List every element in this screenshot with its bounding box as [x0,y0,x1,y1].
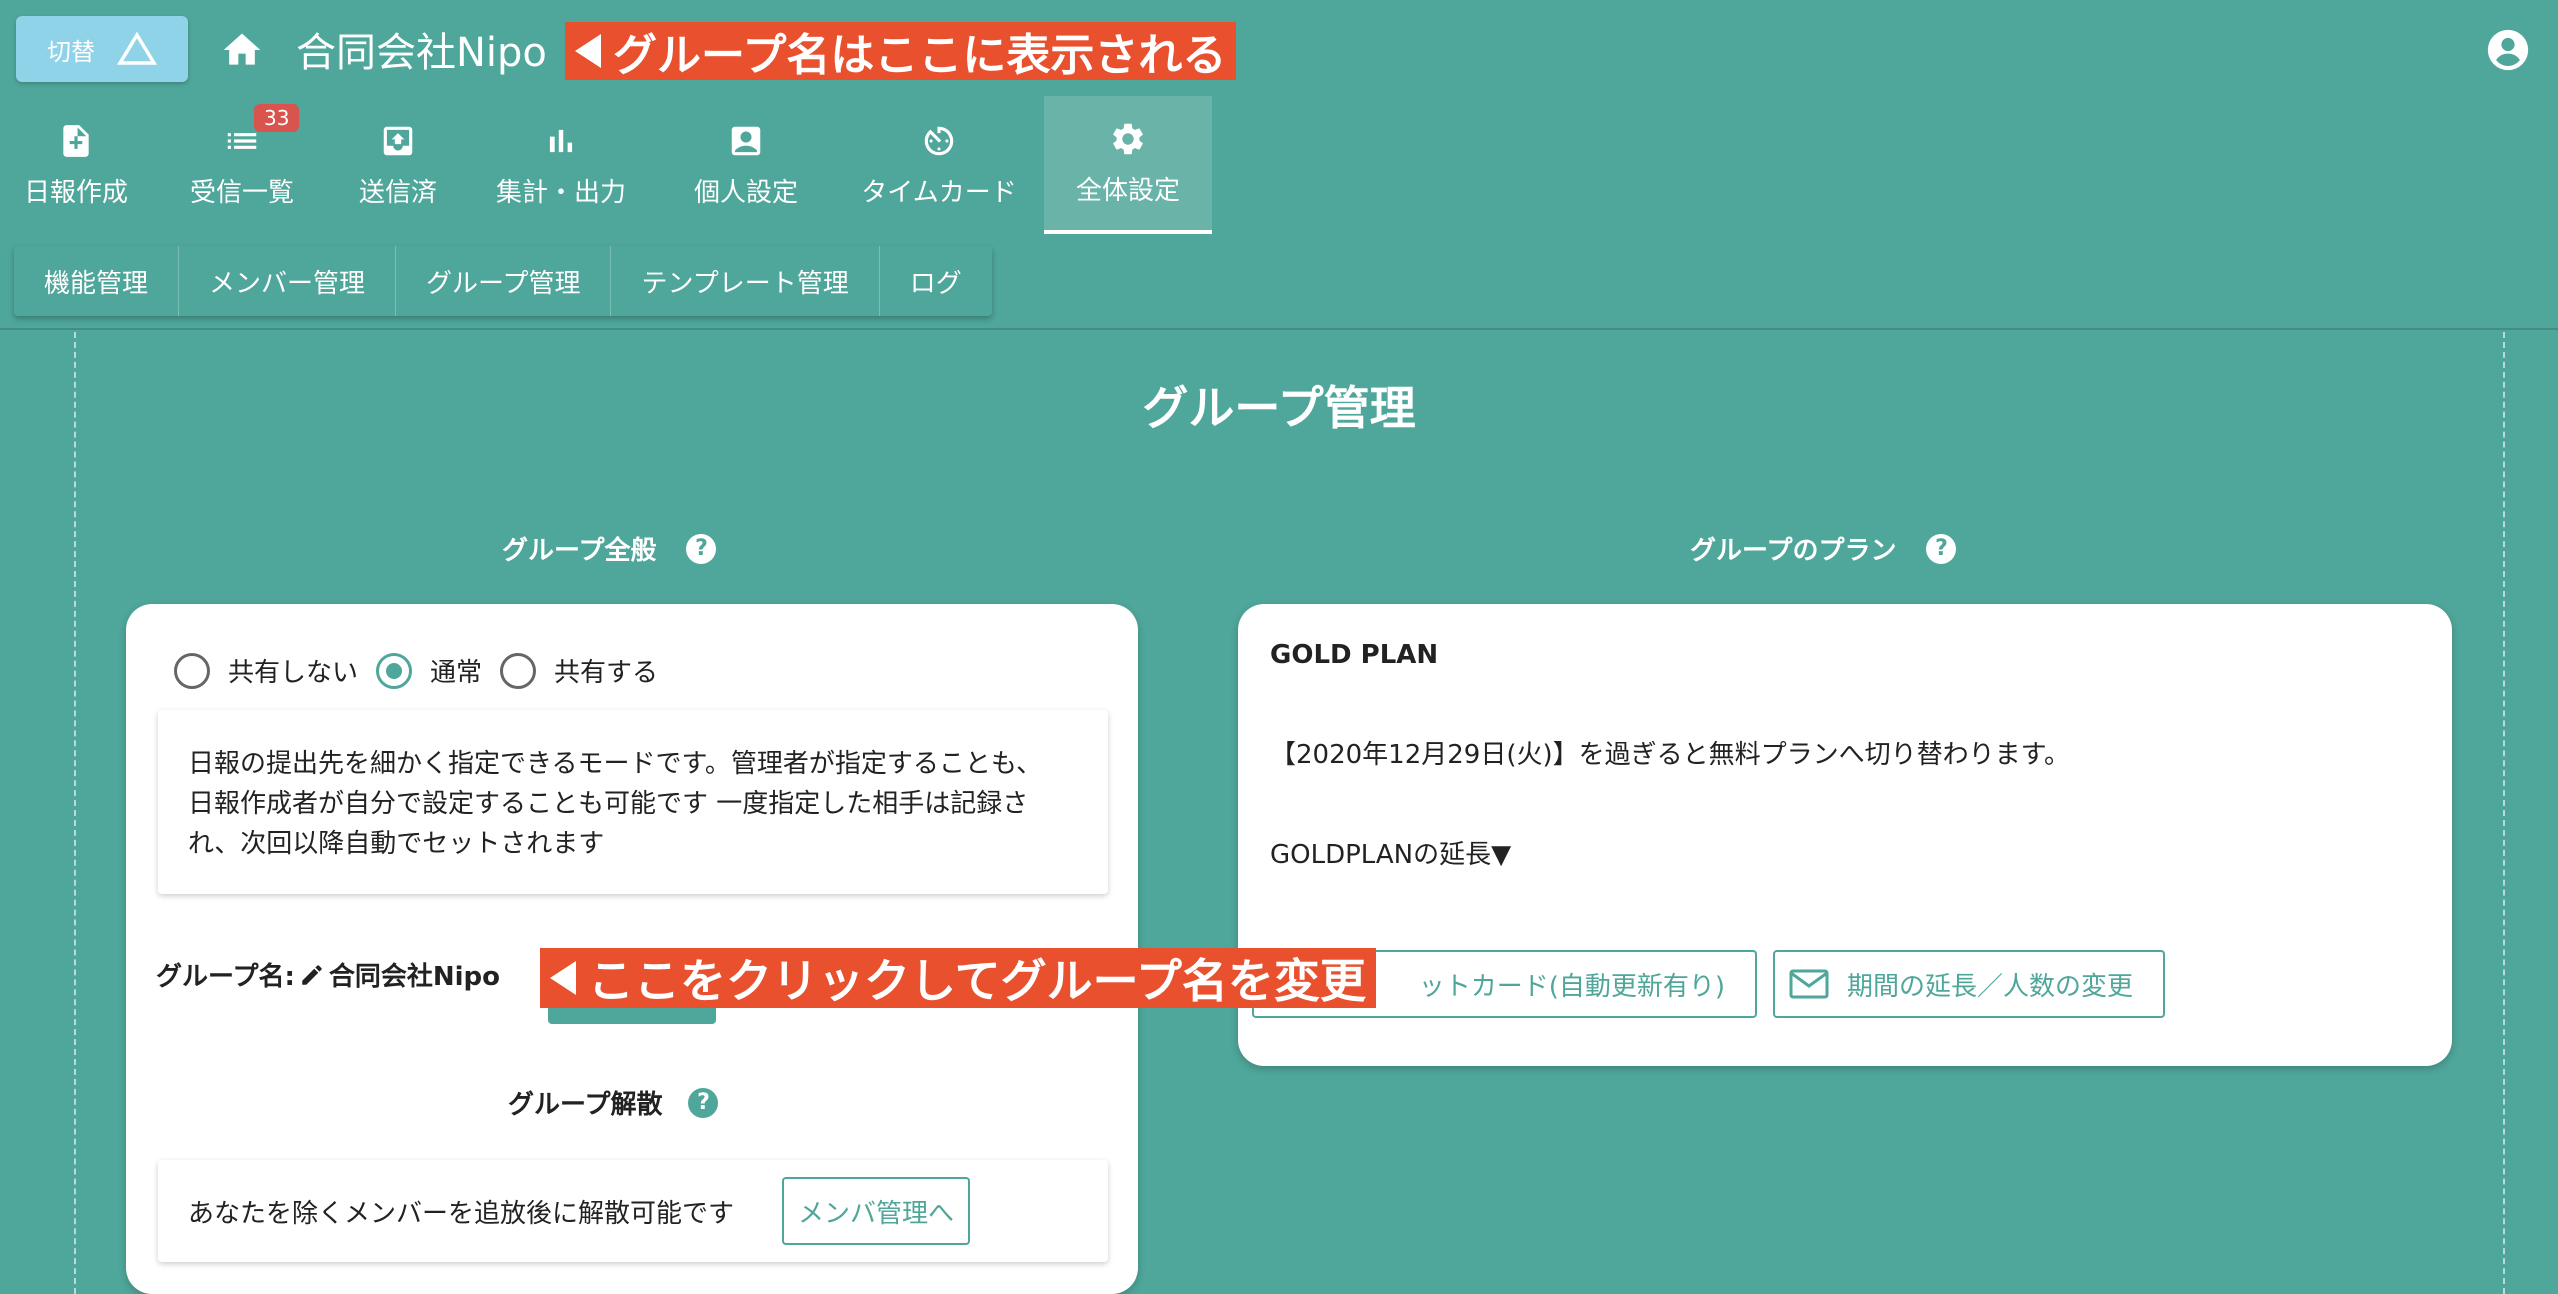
mode-description: 日報の提出先を細かく指定できるモードです。管理者が指定することも、 日報作成者が… [158,710,1108,894]
group-name-editor[interactable]: グループ名: 合同会社Nipo [156,956,500,993]
radio-label: 通常 [430,658,483,688]
dissolve-text: あなたを除くメンバーを追放後に解散可能です [188,1198,735,1229]
section-label-text: グループのプラン [1690,536,1897,566]
help-icon[interactable]: ? [688,1087,719,1118]
plan-buttons: ットカード(自動更新有り) 期間の延長／人数の変更 [1252,950,2165,1018]
outbox-icon [383,126,413,155]
nav-label: 全体設定 [1075,175,1180,206]
nav-label: 集計・出力 [495,177,626,208]
nav-item-inbox[interactable]: 33 受信一覧 [152,96,332,234]
switch-label: 切替 [47,37,95,66]
help-icon[interactable]: ? [1926,533,1957,564]
bar-chart-icon [549,129,573,152]
account-icon[interactable] [2486,28,2530,72]
dissolve-label: グループ解散 ? [508,1084,719,1121]
nav-label: タイムカード [861,177,1017,208]
add-document-icon [63,124,89,157]
company-name: 合同会社Nipo [296,30,547,76]
radio-normal[interactable] [376,652,413,689]
annotation-callout-group-name: グループ名はここに表示される [565,22,1237,81]
triangle-up-icon [117,31,157,65]
nav-item-create-report[interactable]: 日報作成 [0,96,152,234]
top-bar: 切替 合同会社Nipo グループ名はここに表示される [0,0,2558,95]
dissolve-box: あなたを除くメンバーを追放後に解散可能です メンバ管理へ [158,1160,1108,1262]
switch-button[interactable]: 切替 [16,16,188,82]
nav-item-reports[interactable]: 集計・出力 [464,96,658,234]
sharing-mode-radio-group: 共有しない 通常 共有する [174,652,676,689]
main-nav: 日報作成 33 受信一覧 送信済 集計・出力 個人設定 タイムカード 全体設定 [0,96,1212,234]
nav-item-personal-settings[interactable]: 個人設定 [658,96,834,234]
page-title: グループ管理 [1142,381,1416,435]
radio-label: 共有する [554,658,659,688]
callout-text: ここをクリックしてグループ名を変更 [588,954,1366,1008]
nav-label: 個人設定 [693,177,798,208]
arrow-left-icon [550,961,576,995]
person-card-icon [731,126,761,155]
subnav-log[interactable]: ログ [880,246,992,316]
radio-share[interactable] [500,652,537,689]
home-icon[interactable] [218,28,266,72]
subnav-feature-management[interactable]: 機能管理 [14,246,180,316]
nav-item-global-settings[interactable]: 全体設定 [1044,96,1212,234]
help-icon[interactable]: ? [686,533,717,564]
subnav-group-management[interactable]: グループ管理 [396,246,612,316]
group-name-value[interactable]: 合同会社Nipo [329,956,500,993]
arrow-left-icon [575,34,601,68]
section-label-text: グループ全般 [502,536,657,566]
member-management-button[interactable]: メンバ管理へ [782,1177,971,1245]
mail-icon [1789,969,1829,999]
sub-nav: 機能管理 メンバー管理 グループ管理 テンプレート管理 ログ [14,246,992,316]
section-label-general: グループ全般 ? [502,530,717,567]
extend-period-button[interactable]: 期間の延長／人数の変更 [1773,950,2165,1018]
radio-no-share[interactable] [174,652,210,689]
subnav-template-management[interactable]: テンプレート管理 [611,246,880,316]
plan-notice: 【2020年12月29日(火)】を過ぎると無料プランへ切り替わります。 [1270,740,2071,770]
subnav-member-management[interactable]: メンバー管理 [179,246,397,316]
desc-line: れ、次回以降自動でセットされます [188,829,605,859]
desc-line: 日報の提出先を細かく指定できるモードです。管理者が指定することも、 [188,749,1043,779]
radio-label: 共有しない [228,658,359,688]
nav-item-sent[interactable]: 送信済 [332,96,464,234]
header-divider [0,328,2558,330]
group-name-prefix: グループ名: [156,962,295,992]
credit-card-button-label: ットカード(自動更新有り) [1418,971,1725,1002]
dissolve-label-text: グループ解散 [508,1090,663,1120]
nav-item-timecard[interactable]: タイムカード [834,96,1044,234]
nav-label: 受信一覧 [189,177,294,208]
group-plan-card: GOLD PLAN 【2020年12月29日(火)】を過ぎると無料プランへ切り替… [1238,604,2452,1066]
timer-icon [924,126,954,155]
nav-label: 日報作成 [23,177,128,208]
desc-line: 日報作成者が自分で設定することも可能です 一度指定した相手は記録さ [188,789,1029,819]
extend-period-label: 期間の延長／人数の変更 [1847,971,2134,1002]
plan-name: GOLD PLAN [1270,640,1439,670]
dashed-guide-right [2503,332,2505,1294]
section-label-plan: グループのプラン ? [1690,530,1957,567]
callout-text: グループ名はここに表示される [613,30,1227,81]
pencil-icon[interactable] [299,962,325,988]
plan-extend-toggle[interactable]: GOLDPLANの延長▼ [1270,834,1511,871]
nav-label: 送信済 [358,177,437,208]
dashed-guide-left [74,332,76,1294]
annotation-callout-edit: ここをクリックしてグループ名を変更 [540,948,1376,1008]
unread-badge: 33 [254,104,300,132]
gear-icon [1113,123,1143,154]
